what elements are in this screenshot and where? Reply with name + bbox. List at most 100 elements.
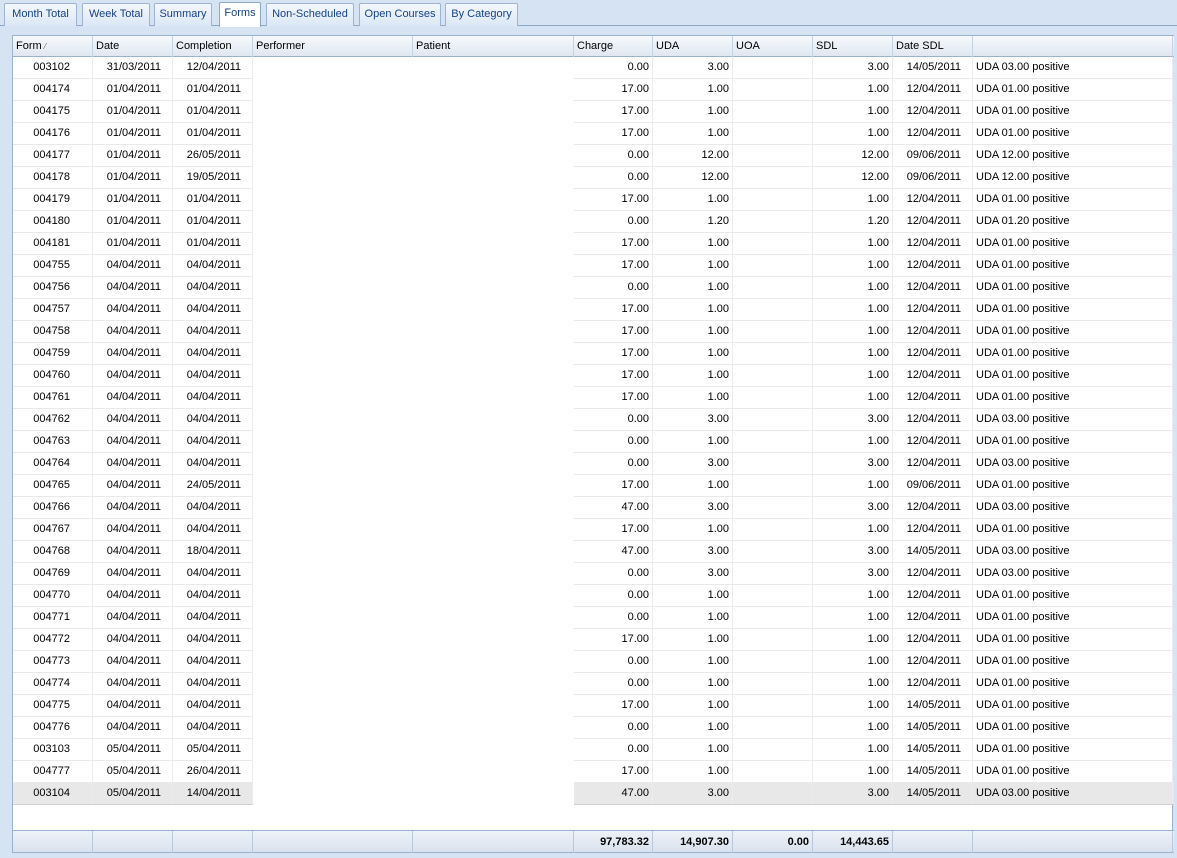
- table-row[interactable]: 004760 04/04/2011 04/04/2011 17.00 1.00 1.00 1…: [13, 365, 1174, 387]
- table-row[interactable]: 004759 04/04/2011 04/04/2011 17.00 1.00 1.00 1…: [13, 343, 1174, 365]
- table-row[interactable]: 004758 04/04/2011 04/04/2011 17.00 1.00 1.00 1…: [13, 321, 1174, 343]
- column-header-date-sdl[interactable]: Date SDL: [893, 36, 973, 57]
- cell-uda: 1.00: [653, 717, 733, 738]
- cell-sdl: 3.00: [813, 563, 893, 584]
- table-row[interactable]: 004181 01/04/2011 01/04/2011 17.00 1.00 1.00 1…: [13, 233, 1174, 255]
- cell-charge: 17.00: [574, 299, 653, 320]
- cell-charge: 17.00: [574, 365, 653, 386]
- table-row[interactable]: 004777 05/04/2011 26/04/2011 17.00 1.00 1.00 1…: [13, 761, 1174, 783]
- cell-completion: 04/04/2011: [173, 695, 253, 716]
- cell-date: 01/04/2011: [93, 101, 173, 122]
- cell-description: UDA 01.00 positive: [973, 717, 1173, 738]
- cell-uoa: [733, 541, 813, 562]
- cell-date: 04/04/2011: [93, 343, 173, 364]
- total-completion: [173, 831, 253, 853]
- cell-completion: 01/04/2011: [173, 211, 253, 232]
- cell-uda: 1.00: [653, 629, 733, 650]
- table-row[interactable]: 004766 04/04/2011 04/04/2011 47.00 3.00 3.00 1…: [13, 497, 1174, 519]
- cell-form: 004177: [13, 145, 93, 166]
- column-header-date[interactable]: Date: [93, 36, 173, 57]
- cell-sdl: 1.00: [813, 79, 893, 100]
- table-row[interactable]: 004179 01/04/2011 01/04/2011 17.00 1.00 1.00 1…: [13, 189, 1174, 211]
- cell-charge: 17.00: [574, 101, 653, 122]
- column-header-uoa[interactable]: UOA: [733, 36, 813, 57]
- column-header-charge[interactable]: Charge: [574, 36, 653, 57]
- cell-description: UDA 01.00 positive: [973, 585, 1173, 606]
- table-row[interactable]: 004757 04/04/2011 04/04/2011 17.00 1.00 1.00 1…: [13, 299, 1174, 321]
- cell-sdl: 1.00: [813, 101, 893, 122]
- cell-uoa: [733, 519, 813, 540]
- cell-date-sdl: 12/04/2011: [893, 79, 973, 100]
- table-row[interactable]: 004769 04/04/2011 04/04/2011 0.00 3.00 3.00 12…: [13, 563, 1174, 585]
- grid-totals-footer: 97,783.32 14,907.30 0.00 14,443.65: [13, 830, 1174, 853]
- table-row[interactable]: 004764 04/04/2011 04/04/2011 0.00 3.00 3.00 12…: [13, 453, 1174, 475]
- table-row[interactable]: 004756 04/04/2011 04/04/2011 0.00 1.00 1.00 12…: [13, 277, 1174, 299]
- table-row[interactable]: 004771 04/04/2011 04/04/2011 0.00 1.00 1.00 12…: [13, 607, 1174, 629]
- cell-date-sdl: 12/04/2011: [893, 321, 973, 342]
- table-row[interactable]: 004175 01/04/2011 01/04/2011 17.00 1.00 1.00 1…: [13, 101, 1174, 123]
- cell-uoa: [733, 585, 813, 606]
- table-row[interactable]: 004761 04/04/2011 04/04/2011 17.00 1.00 1.00 1…: [13, 387, 1174, 409]
- cell-uoa: [733, 453, 813, 474]
- tab-non-scheduled[interactable]: Non-Scheduled: [266, 3, 354, 26]
- cell-date: 04/04/2011: [93, 409, 173, 430]
- cell-date-sdl: 12/04/2011: [893, 365, 973, 386]
- table-row[interactable]: 004762 04/04/2011 04/04/2011 0.00 3.00 3.00 12…: [13, 409, 1174, 431]
- table-row[interactable]: 003104 05/04/2011 14/04/2011 47.00 3.00 3.00 1…: [13, 783, 1174, 805]
- tab-summary[interactable]: Summary: [154, 3, 212, 26]
- cell-date-sdl: 12/04/2011: [893, 673, 973, 694]
- cell-description: UDA 03.00 positive: [973, 453, 1173, 474]
- table-row[interactable]: 004768 04/04/2011 18/04/2011 47.00 3.00 3.00 1…: [13, 541, 1174, 563]
- table-row[interactable]: 004755 04/04/2011 04/04/2011 17.00 1.00 1.00 1…: [13, 255, 1174, 277]
- tab-forms[interactable]: Forms: [219, 2, 261, 27]
- column-header-patient[interactable]: Patient: [413, 36, 574, 57]
- cell-description: UDA 01.00 positive: [973, 321, 1173, 342]
- cell-description: UDA 01.00 positive: [973, 431, 1173, 452]
- cell-charge: 0.00: [574, 563, 653, 584]
- cell-sdl: 1.00: [813, 629, 893, 650]
- cell-charge: 17.00: [574, 387, 653, 408]
- cell-uda: 1.00: [653, 431, 733, 452]
- table-row[interactable]: 004767 04/04/2011 04/04/2011 17.00 1.00 1.00 1…: [13, 519, 1174, 541]
- cell-completion: 04/04/2011: [173, 629, 253, 650]
- cell-date-sdl: 12/04/2011: [893, 101, 973, 122]
- cell-date: 04/04/2011: [93, 475, 173, 496]
- table-row[interactable]: 004174 01/04/2011 01/04/2011 17.00 1.00 1.00 1…: [13, 79, 1174, 101]
- table-row[interactable]: 004773 04/04/2011 04/04/2011 0.00 1.00 1.00 12…: [13, 651, 1174, 673]
- table-row[interactable]: 004772 04/04/2011 04/04/2011 17.00 1.00 1.00 1…: [13, 629, 1174, 651]
- column-header-performer[interactable]: Performer: [253, 36, 413, 57]
- column-header-description[interactable]: [973, 36, 1173, 57]
- table-row[interactable]: 004178 01/04/2011 19/05/2011 0.00 12.00 12.00…: [13, 167, 1174, 189]
- table-row[interactable]: 004774 04/04/2011 04/04/2011 0.00 1.00 1.00 12…: [13, 673, 1174, 695]
- table-row[interactable]: 003102 31/03/2011 12/04/2011 0.00 3.00 3.00 14…: [13, 57, 1174, 79]
- cell-date-sdl: 12/04/2011: [893, 431, 973, 452]
- tab-week-total[interactable]: Week Total: [82, 3, 150, 26]
- tab-by-category[interactable]: By Category: [445, 3, 518, 26]
- cell-date: 04/04/2011: [93, 321, 173, 342]
- cell-sdl: 1.00: [813, 189, 893, 210]
- table-row[interactable]: 004776 04/04/2011 04/04/2011 0.00 1.00 1.00 14…: [13, 717, 1174, 739]
- column-header-uda[interactable]: UDA: [653, 36, 733, 57]
- cell-charge: 0.00: [574, 739, 653, 760]
- tab-open-courses[interactable]: Open Courses: [359, 3, 441, 26]
- table-row[interactable]: 004176 01/04/2011 01/04/2011 17.00 1.00 1.00 1…: [13, 123, 1174, 145]
- cell-uoa: [733, 563, 813, 584]
- cell-uoa: [733, 629, 813, 650]
- table-row[interactable]: 004775 04/04/2011 04/04/2011 17.00 1.00 1.00 1…: [13, 695, 1174, 717]
- table-row[interactable]: 004770 04/04/2011 04/04/2011 0.00 1.00 1.00 12…: [13, 585, 1174, 607]
- column-header-sdl[interactable]: SDL: [813, 36, 893, 57]
- column-header-completion[interactable]: Completion: [173, 36, 253, 57]
- table-row[interactable]: 003103 05/04/2011 05/04/2011 0.00 1.00 1.00 14…: [13, 739, 1174, 761]
- cell-uoa: [733, 79, 813, 100]
- table-row[interactable]: 004180 01/04/2011 01/04/2011 0.00 1.20 1.20 12…: [13, 211, 1174, 233]
- cell-sdl: 1.00: [813, 431, 893, 452]
- cell-completion: 01/04/2011: [173, 123, 253, 144]
- column-header-form[interactable]: Form ⁄: [13, 36, 93, 57]
- table-row[interactable]: 004763 04/04/2011 04/04/2011 0.00 1.00 1.00 12…: [13, 431, 1174, 453]
- cell-uoa: [733, 475, 813, 496]
- table-row[interactable]: 004765 04/04/2011 24/05/2011 17.00 1.00 1.00 0…: [13, 475, 1174, 497]
- table-row[interactable]: 004177 01/04/2011 26/05/2011 0.00 12.00 12.00…: [13, 145, 1174, 167]
- cell-description: UDA 01.00 positive: [973, 365, 1173, 386]
- tab-month-total[interactable]: Month Total: [4, 3, 77, 26]
- cell-completion: 04/04/2011: [173, 519, 253, 540]
